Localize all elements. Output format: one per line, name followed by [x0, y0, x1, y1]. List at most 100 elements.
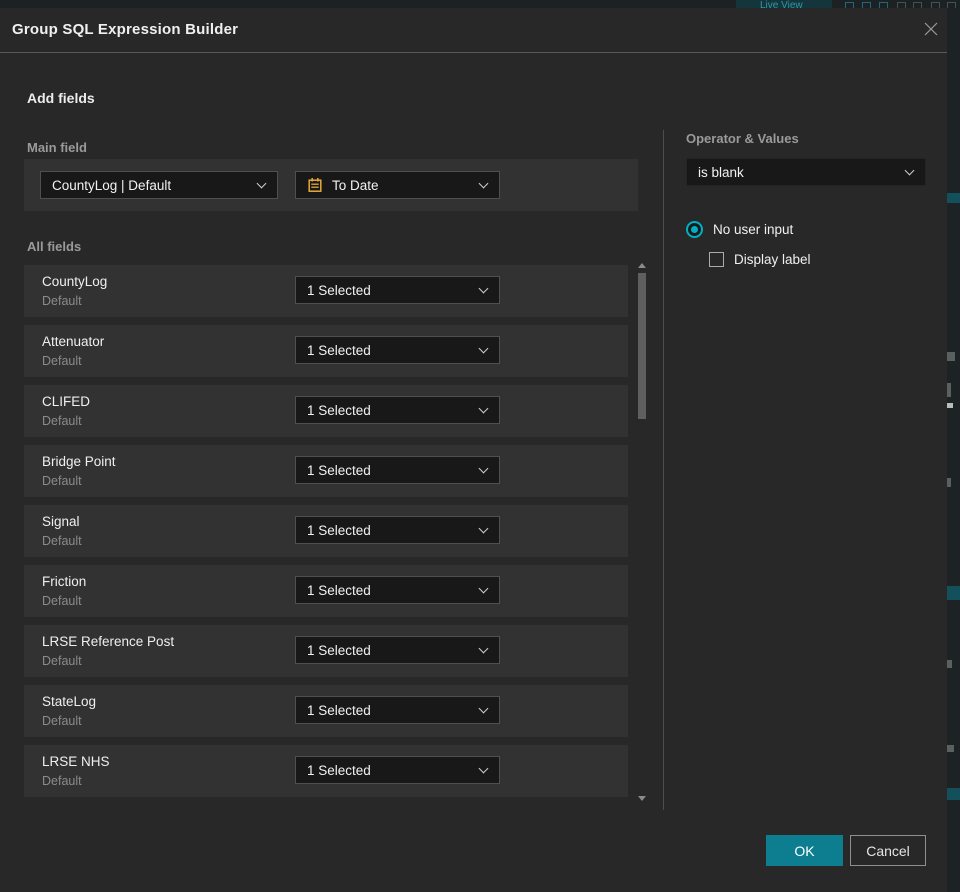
field-selected-dropdown[interactable]: 1 Selected: [295, 696, 500, 724]
field-subtitle: Default: [42, 474, 82, 488]
field-row[interactable]: Signal Default 1 Selected: [24, 505, 628, 557]
all-fields-scrollbar[interactable]: [637, 261, 648, 803]
field-name: Bridge Point: [42, 454, 116, 469]
ok-button[interactable]: OK: [766, 835, 843, 866]
chevron-down-icon: [904, 165, 915, 176]
main-field-dropdown-value: CountyLog | Default: [52, 177, 172, 193]
cancel-button[interactable]: Cancel: [850, 835, 926, 866]
chevron-down-icon: [478, 343, 489, 354]
chevron-down-icon: [256, 178, 267, 189]
operator-values-label: Operator & Values: [686, 131, 799, 146]
chevron-down-icon: [478, 643, 489, 654]
background-fragment: [947, 586, 960, 600]
field-subtitle: Default: [42, 534, 82, 548]
field-selected-dropdown[interactable]: 1 Selected: [295, 276, 500, 304]
background-fragment: [947, 193, 960, 203]
field-subtitle: Default: [42, 294, 82, 308]
background-fragment: [947, 745, 954, 752]
background-app-right-strip: [947, 8, 960, 892]
background-fragment: [947, 478, 951, 487]
background-app-top-strip: Live View: [0, 0, 960, 8]
scrollbar-down-arrow-icon[interactable]: [638, 796, 646, 801]
background-fragment: [947, 403, 953, 408]
chevron-down-icon: [478, 178, 489, 189]
field-selected-dropdown[interactable]: 1 Selected: [295, 516, 500, 544]
field-name: Attenuator: [42, 334, 105, 349]
field-subtitle: Default: [42, 774, 82, 788]
field-name: LRSE NHS: [42, 754, 110, 769]
background-fragment: [947, 788, 960, 800]
chevron-down-icon: [478, 523, 489, 534]
live-view-label: Live View: [760, 0, 803, 8]
calendar-icon: [308, 178, 322, 192]
field-name: LRSE Reference Post: [42, 634, 175, 649]
field-selected-dropdown-value: 1 Selected: [307, 762, 371, 778]
field-row[interactable]: LRSE Reference Post Default 1 Selected: [24, 625, 628, 677]
field-selected-dropdown-value: 1 Selected: [307, 582, 371, 598]
field-row[interactable]: Friction Default 1 Selected: [24, 565, 628, 617]
field-row[interactable]: Attenuator Default 1 Selected: [24, 325, 628, 377]
field-row[interactable]: Bridge Point Default 1 Selected: [24, 445, 628, 497]
field-selected-dropdown[interactable]: 1 Selected: [295, 336, 500, 364]
close-button[interactable]: [922, 21, 940, 39]
all-fields-list: CountyLog Default 1 Selected Attenuator …: [24, 265, 628, 805]
display-label-label: Display label: [734, 252, 811, 267]
scrollbar-thumb[interactable]: [638, 273, 646, 419]
background-fragment: [947, 660, 952, 668]
no-user-input-option[interactable]: No user input: [686, 221, 793, 238]
main-field-type-dropdown[interactable]: To Date: [295, 171, 500, 199]
main-field-panel: CountyLog | Default To Date: [24, 159, 638, 211]
chevron-down-icon: [478, 283, 489, 294]
field-name: CLIFED: [42, 394, 91, 409]
add-fields-heading: Add fields: [27, 90, 95, 106]
field-name: Signal: [42, 514, 80, 529]
field-row[interactable]: LRSE NHS Default 1 Selected: [24, 745, 628, 797]
field-selected-dropdown[interactable]: 1 Selected: [295, 576, 500, 604]
close-icon: [924, 22, 938, 36]
chevron-down-icon: [478, 763, 489, 774]
chevron-down-icon: [478, 583, 489, 594]
checkbox-unchecked-icon[interactable]: [709, 252, 724, 267]
field-selected-dropdown-value: 1 Selected: [307, 342, 371, 358]
field-selected-dropdown[interactable]: 1 Selected: [295, 456, 500, 484]
operator-dropdown-value: is blank: [698, 164, 744, 180]
field-selected-dropdown-value: 1 Selected: [307, 282, 371, 298]
scrollbar-up-arrow-icon[interactable]: [638, 263, 646, 268]
live-view-toggle[interactable]: Live View: [736, 0, 832, 8]
background-fragment: [947, 383, 951, 397]
main-field-dropdown[interactable]: CountyLog | Default: [40, 171, 278, 199]
header-divider: [0, 52, 947, 53]
field-selected-dropdown-value: 1 Selected: [307, 402, 371, 418]
chevron-down-icon: [478, 463, 489, 474]
background-fragment: [947, 352, 955, 361]
main-field-type-dropdown-value: To Date: [332, 177, 379, 193]
field-selected-dropdown[interactable]: 1 Selected: [295, 396, 500, 424]
dialog-title: Group SQL Expression Builder: [12, 21, 239, 38]
field-name: Friction: [42, 574, 87, 589]
field-name: StateLog: [42, 694, 97, 709]
main-field-label: Main field: [27, 140, 87, 155]
group-sql-expression-builder-dialog: Group SQL Expression Builder Add fields …: [0, 8, 947, 892]
field-row[interactable]: CountyLog Default 1 Selected: [24, 265, 628, 317]
all-fields-label: All fields: [27, 239, 82, 254]
field-selected-dropdown[interactable]: 1 Selected: [295, 636, 500, 664]
field-selected-dropdown-value: 1 Selected: [307, 522, 371, 538]
chevron-down-icon: [478, 403, 489, 414]
display-label-option[interactable]: Display label: [709, 252, 811, 267]
field-row[interactable]: CLIFED Default 1 Selected: [24, 385, 628, 437]
field-selected-dropdown-value: 1 Selected: [307, 702, 371, 718]
field-selected-dropdown[interactable]: 1 Selected: [295, 756, 500, 784]
vertical-divider: [663, 130, 664, 810]
operator-dropdown[interactable]: is blank: [686, 158, 926, 186]
field-subtitle: Default: [42, 594, 82, 608]
dialog-header: Group SQL Expression Builder: [0, 8, 947, 52]
no-user-input-label: No user input: [713, 222, 794, 237]
field-selected-dropdown-value: 1 Selected: [307, 462, 371, 478]
radio-selected-icon[interactable]: [686, 221, 703, 238]
field-subtitle: Default: [42, 654, 82, 668]
field-subtitle: Default: [42, 714, 82, 728]
field-row[interactable]: StateLog Default 1 Selected: [24, 685, 628, 737]
field-subtitle: Default: [42, 414, 82, 428]
field-selected-dropdown-value: 1 Selected: [307, 642, 371, 658]
field-name: CountyLog: [42, 274, 108, 289]
